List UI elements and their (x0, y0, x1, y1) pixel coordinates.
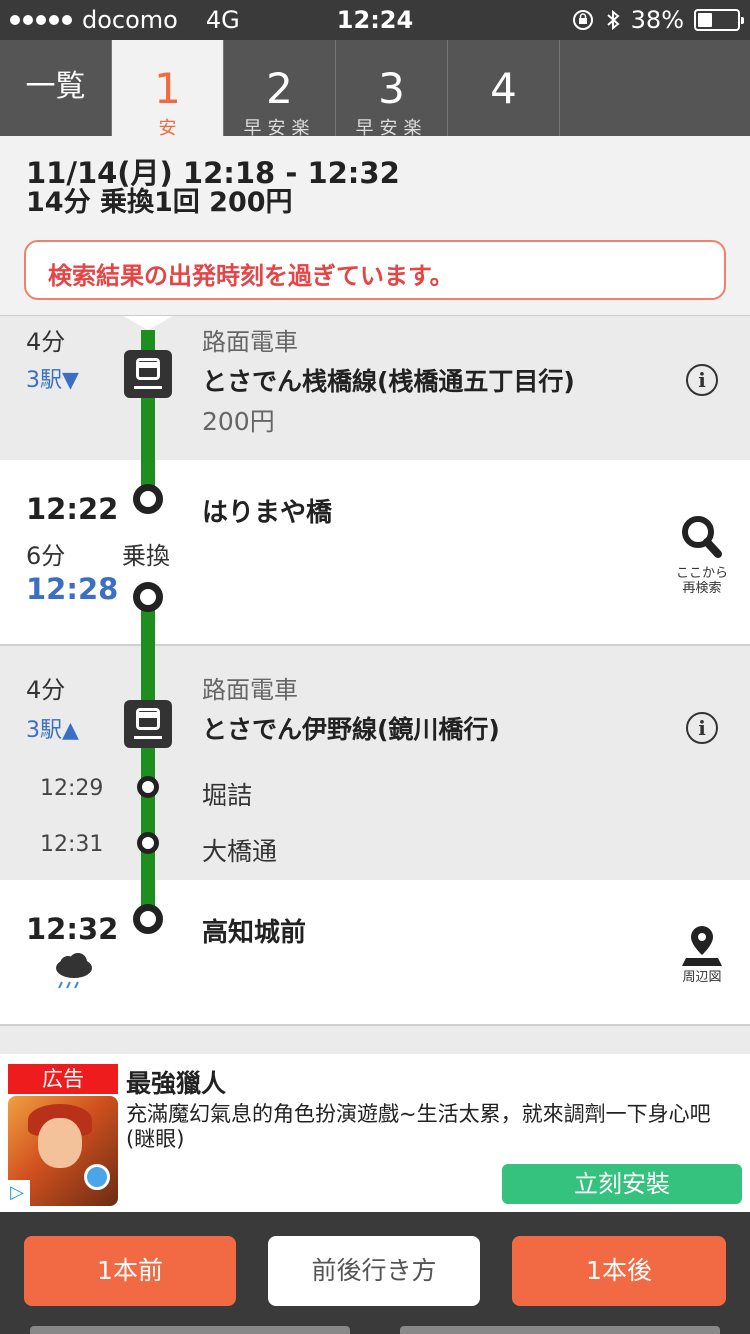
area-map-button[interactable]: 周辺図 (676, 922, 728, 985)
transfer-label: 乗換 (122, 542, 170, 570)
departure-passed-warning: 検索結果の出発時刻を過ぎています。 (24, 240, 726, 300)
scroll-strip (400, 1326, 720, 1334)
tab-number: 3 (378, 64, 405, 113)
research-label-1: ここから (675, 566, 728, 581)
stop-time: 12:31 (40, 832, 104, 857)
leg-stations-toggle[interactable]: 3駅▼ (26, 362, 79, 394)
line-info-icon[interactable]: i (686, 712, 718, 744)
tab-number: 2 (266, 64, 293, 113)
ad-description: 充滿魔幻氣息的角色扮演遊戲~生活太累，就來調劑一下身心吧(瞇眼) (126, 1102, 711, 1151)
tram-icon (124, 700, 172, 748)
leg-type: 路面電車 (202, 676, 298, 704)
research-from-here-button[interactable]: ここから 再検索 (670, 514, 734, 596)
route-duration-fare: 14分 乗換1回 200円 (26, 187, 293, 218)
station-node (133, 904, 163, 934)
ad-title: 最強獵人 (126, 1069, 227, 1098)
transfer-wait: 6分 (26, 542, 66, 570)
battery-percent: 38% (630, 6, 684, 34)
tab-label: 一覧 (25, 69, 86, 104)
scroll-strip (30, 1326, 350, 1334)
tab-spacer (560, 40, 750, 136)
destination-station[interactable]: 高知城前 (202, 912, 306, 949)
destination-time: 12:32 (26, 912, 119, 946)
transfer-block (0, 460, 750, 644)
leg-line-name: とさでん桟橋線(桟橋通五丁目行) (202, 367, 575, 396)
route-summary: 11/14(月) 12:18 - 12:32 14分 乗換1回 200円 検索結… (0, 136, 750, 316)
map-pin-icon (682, 926, 722, 966)
status-bar: docomo 4G 12:24 38% (0, 0, 750, 40)
research-label-2: 再検索 (682, 581, 722, 596)
route-detail: 4分 3駅▼ 路面電車 とさでん桟橋線(桟橋通五丁目行) 200円 i 12:2… (0, 316, 750, 1034)
area-map-label: 周辺図 (682, 970, 722, 985)
leg-stations-toggle[interactable]: 3駅▲ (26, 712, 79, 744)
next-train-button[interactable]: 1本後 (512, 1236, 726, 1306)
bluetooth-icon (606, 9, 620, 31)
stop-node (137, 776, 159, 798)
tab-route-2[interactable]: 2 早安楽 (224, 40, 336, 139)
destination-block (0, 880, 750, 1024)
tab-number: 1 (154, 64, 181, 113)
ad-banner[interactable]: 広告 ▷ 最強獵人 充滿魔幻氣息的角色扮演遊戲~生活太累，就來調劑一下身心吧(瞇… (0, 1054, 750, 1212)
leg-line-name: とさでん伊野線(鏡川橋行) (202, 715, 500, 744)
stop-name[interactable]: 堀詰 (202, 776, 252, 812)
route-tabs: 一覧 1 安 2 早安楽 3 早安楽 4 (0, 40, 750, 139)
leg-duration: 4分 (26, 328, 66, 356)
ad-label: 広告 (8, 1064, 118, 1094)
adchoices-icon[interactable]: ▷ (4, 1180, 30, 1206)
tab-list[interactable]: 一覧 (0, 40, 112, 136)
station-node (133, 582, 163, 612)
tram-icon (124, 350, 172, 398)
station-node (133, 484, 163, 514)
rotation-lock-icon (572, 10, 593, 30)
arrival-time: 12:22 (26, 492, 119, 526)
stop-time: 12:29 (40, 776, 104, 801)
leg-fare: 200円 (202, 407, 275, 436)
line-info-icon[interactable]: i (686, 364, 718, 396)
transfer-station[interactable]: はりまや橋 (202, 492, 332, 529)
leg-duration: 4分 (26, 676, 66, 704)
ad-install-button[interactable]: 立刻安裝 (502, 1164, 742, 1204)
route-line-segment (141, 598, 155, 918)
stop-name[interactable]: 大橋通 (202, 832, 277, 868)
tab-route-3[interactable]: 3 早安楽 (336, 40, 448, 139)
stop-node (137, 832, 159, 854)
search-icon (682, 516, 722, 558)
bottom-bar: 1本前 前後行き方 1本後 (0, 1212, 750, 1334)
leg-type: 路面電車 (202, 328, 298, 356)
summary-pointer (123, 316, 173, 330)
tab-route-4[interactable]: 4 (448, 40, 560, 136)
before-after-routes-button[interactable]: 前後行き方 (268, 1236, 480, 1306)
tab-number: 4 (490, 64, 517, 113)
battery-icon (694, 9, 744, 31)
tab-route-1[interactable]: 1 安 (112, 40, 224, 139)
previous-train-button[interactable]: 1本前 (24, 1236, 236, 1306)
departure-time: 12:28 (26, 572, 119, 606)
rain-weather-icon (56, 953, 92, 989)
